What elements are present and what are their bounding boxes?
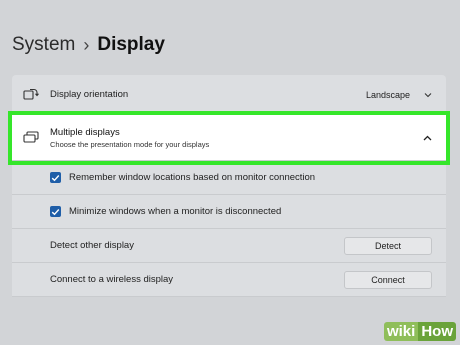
detect-button[interactable]: Detect bbox=[344, 236, 432, 255]
minimize-windows-label: Minimize windows when a monitor is disco… bbox=[69, 206, 282, 217]
display-orientation-label: Display orientation bbox=[50, 89, 129, 100]
wireless-display-row: Connect to a wireless display Connect bbox=[12, 263, 446, 297]
breadcrumb-system-link[interactable]: System bbox=[12, 34, 75, 56]
rotate-display-icon bbox=[22, 88, 40, 102]
multiple-displays-title: Multiple displays bbox=[50, 126, 120, 138]
wikihow-watermark: wiki How bbox=[383, 322, 456, 341]
remember-windows-row: Remember window locations based on monit… bbox=[12, 161, 446, 195]
multiple-displays-subtitle: Choose the presentation mode for your di… bbox=[50, 139, 210, 149]
chevron-up-icon bbox=[423, 133, 432, 143]
remember-windows-checkbox[interactable] bbox=[50, 172, 61, 183]
chevron-down-icon bbox=[424, 90, 432, 100]
detect-display-row: Detect other display Detect bbox=[12, 229, 446, 263]
breadcrumb-separator: › bbox=[83, 34, 90, 55]
multiple-displays-icon bbox=[22, 131, 40, 145]
orientation-dropdown[interactable]: Landscape bbox=[366, 90, 432, 100]
display-orientation-row: Display orientation Landscape bbox=[12, 75, 446, 115]
breadcrumb: System › Display bbox=[12, 34, 165, 56]
wireless-display-label: Connect to a wireless display bbox=[50, 274, 174, 285]
multiple-displays-text: Multiple displays Choose the presentatio… bbox=[50, 127, 209, 149]
collapse-toggle[interactable] bbox=[423, 133, 432, 143]
page-title: Display bbox=[97, 34, 165, 55]
orientation-selected-value: Landscape bbox=[365, 89, 410, 100]
remember-windows-label: Remember window locations based on monit… bbox=[69, 172, 316, 183]
connect-button[interactable]: Connect bbox=[344, 270, 432, 289]
minimize-windows-checkbox[interactable] bbox=[50, 206, 61, 217]
watermark-how: How bbox=[418, 322, 456, 341]
detect-display-label: Detect other display bbox=[50, 240, 134, 251]
minimize-windows-row: Minimize windows when a monitor is disco… bbox=[12, 195, 446, 229]
watermark-wiki: wiki bbox=[383, 322, 419, 341]
multiple-displays-row[interactable]: Multiple displays Choose the presentatio… bbox=[8, 111, 450, 165]
display-settings-panel: Display orientation Landscape Multiple d… bbox=[8, 75, 450, 297]
